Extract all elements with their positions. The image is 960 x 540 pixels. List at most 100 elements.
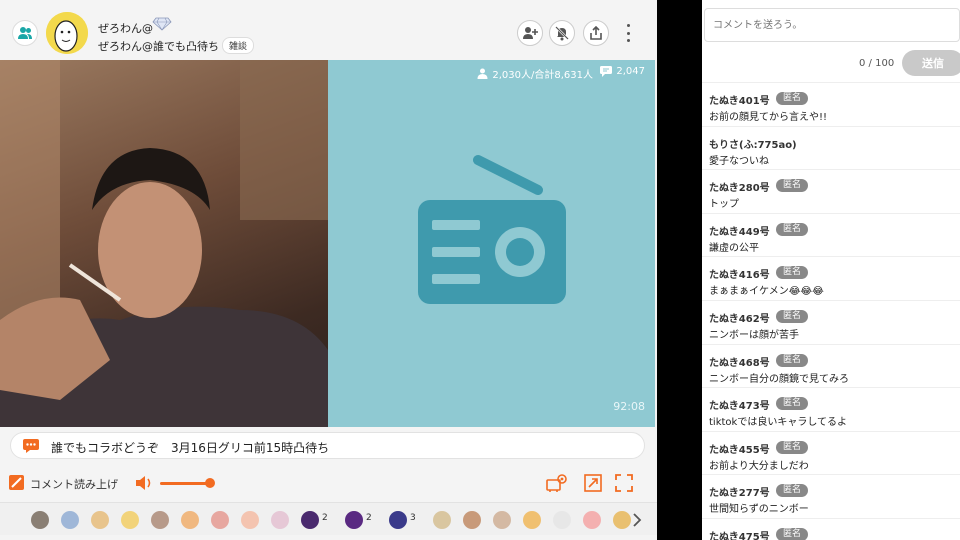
- elapsed-time: 92:08: [613, 400, 645, 413]
- anonymous-badge: 匿名: [776, 353, 809, 367]
- gift-item-count: 2: [366, 513, 372, 523]
- gift-item-icon[interactable]: [31, 511, 49, 529]
- comment-author[interactable]: たぬき455号: [709, 441, 770, 456]
- anonymous-badge: 匿名: [776, 309, 809, 323]
- broadcast-settings-icon[interactable]: [546, 473, 568, 493]
- comment-text: まぁまぁイケメン😂😂😂: [709, 286, 824, 298]
- volume-slider[interactable]: [160, 482, 208, 485]
- share-button[interactable]: [583, 20, 609, 46]
- chevron-right-icon[interactable]: [632, 512, 642, 528]
- anonymous-badge: 匿名: [776, 266, 809, 280]
- gift-item-icon[interactable]: [433, 511, 451, 529]
- gift-item-count: 3: [410, 513, 416, 523]
- speech-bubble-icon: [23, 439, 39, 453]
- comment-item[interactable]: たぬき401号 匿名 お前の顔見てから言えや!!: [702, 82, 960, 126]
- gift-item-icon[interactable]: [613, 511, 631, 529]
- comment-item[interactable]: たぬき468号 匿名ニンボー自分の顔鏡で見てみろ: [702, 343, 960, 388]
- anonymous-badge: 匿名: [776, 397, 809, 411]
- gift-items-bar: 2 2 3: [0, 502, 657, 535]
- popout-icon[interactable]: [584, 474, 602, 492]
- fullscreen-icon[interactable]: [615, 474, 633, 492]
- send-button[interactable]: 送信: [902, 50, 960, 76]
- avatar[interactable]: [46, 12, 88, 54]
- gift-item-icon[interactable]: [121, 511, 139, 529]
- comment-list[interactable]: たぬき401号 匿名 お前の顔見てから言えや!! もりさ(ふ:775ao) 愛子なついね…: [702, 82, 960, 540]
- gift-item-icon[interactable]: [151, 511, 169, 529]
- gift-item-icon[interactable]: [301, 511, 319, 529]
- comment-text: ニンボーは顔が苦手: [709, 329, 799, 341]
- speaker-icon[interactable]: [135, 475, 153, 491]
- community-button[interactable]: [12, 20, 38, 46]
- follow-button[interactable]: [517, 20, 543, 46]
- category-tag[interactable]: 雑談: [222, 37, 255, 54]
- comment-author[interactable]: たぬき475号: [709, 528, 770, 540]
- read-aloud-icon[interactable]: [9, 475, 24, 490]
- anonymous-badge: 匿名: [776, 440, 809, 454]
- comment-count: 2,047: [600, 66, 645, 77]
- anonymous-badge: 匿名: [776, 527, 809, 540]
- radio-pane: 2,030人/合計8,631人 2,047 92:08: [328, 60, 655, 427]
- anonymous-badge: 匿名: [776, 222, 809, 236]
- comment-author[interactable]: たぬき449号: [709, 223, 770, 238]
- comment-item[interactable]: たぬき455号 匿名 お前より大分ましだわ: [702, 430, 960, 475]
- comment-author[interactable]: もりさ(ふ:775ao): [709, 136, 797, 151]
- owner-name[interactable]: ぜろわん@: [98, 20, 153, 36]
- comment-item[interactable]: たぬき473号 匿名 tiktokでは良いキャラしてるよ: [702, 387, 960, 431]
- stream-header: ぜろわん@ ぜろわん@誰でも凸待ち 雑談: [0, 6, 657, 60]
- mute-button[interactable]: [549, 20, 575, 46]
- char-counter: 0 / 100: [859, 58, 895, 69]
- gift-item-icon[interactable]: [493, 511, 511, 529]
- volume-knob[interactable]: [205, 478, 215, 488]
- gift-item-icon[interactable]: [345, 511, 363, 529]
- gift-item-icon[interactable]: [389, 511, 407, 529]
- gift-item-icon[interactable]: [181, 511, 199, 529]
- comment-author[interactable]: たぬき280号: [709, 179, 770, 194]
- gift-item-icon[interactable]: [271, 511, 289, 529]
- gift-item-icon[interactable]: [211, 511, 229, 529]
- stream-panel: ぜろわん@ ぜろわん@誰でも凸待ち 雑談 2,030人/合計8,631人 2,0…: [0, 0, 657, 540]
- comment-text: 謙虚の公平: [709, 242, 759, 254]
- comment-item[interactable]: たぬき449号 匿名謙虚の公平: [702, 212, 960, 257]
- comment-item[interactable]: たぬき277号 匿名 世間知らずのニンボー: [702, 474, 960, 518]
- comment-item[interactable]: たぬき416号 匿名まぁまぁイケメン😂😂😂: [702, 256, 960, 300]
- comment-input[interactable]: [704, 8, 960, 42]
- camera-image: [0, 60, 328, 427]
- comment-author[interactable]: たぬき401号: [709, 92, 770, 107]
- comment-item[interactable]: たぬき280号 匿名トップ: [702, 169, 960, 213]
- comment-panel: 0 / 100 送信 たぬき401号匿名お前の顔見てから言えや!!もりさ(ふ:7…: [702, 0, 960, 540]
- gift-item-icon[interactable]: [463, 511, 481, 529]
- anonymous-badge: 匿名: [776, 179, 809, 193]
- comment-author[interactable]: たぬき468号: [709, 354, 770, 369]
- gift-item-icon[interactable]: [61, 511, 79, 529]
- comment-text: tiktokでは良いキャラしてるよ: [709, 417, 848, 429]
- comment-text: トップ: [709, 199, 739, 211]
- users-icon: [18, 27, 32, 39]
- comment-count-text: 2,047: [616, 66, 645, 77]
- broadcaster-photo: [0, 60, 328, 427]
- telop-bar: 誰でもコラボどうぞ 3月16日グリコ前15時凸待ち: [10, 432, 645, 459]
- video-player[interactable]: 2,030人/合計8,631人 2,047 92:08: [0, 60, 655, 427]
- comment-author[interactable]: たぬき277号: [709, 484, 770, 499]
- gift-item-count: 2: [322, 513, 328, 523]
- avatar-image: [46, 12, 88, 54]
- gift-item-icon[interactable]: [583, 511, 601, 529]
- comment-author[interactable]: たぬき416号: [709, 266, 770, 281]
- player-controls: コメント読み上げ: [0, 470, 657, 496]
- gift-item-icon[interactable]: [553, 511, 571, 529]
- app-root: ぜろわん@ ぜろわん@誰でも凸待ち 雑談 2,030人/合計8,631人 2,0…: [0, 0, 960, 540]
- gift-item-icon[interactable]: [241, 511, 259, 529]
- comment-author[interactable]: たぬき473号: [709, 397, 770, 412]
- more-menu-icon[interactable]: [621, 22, 635, 44]
- comment-item[interactable]: たぬき462号 匿名ニンボーは顔が苦手: [702, 299, 960, 344]
- gift-item-icon[interactable]: [91, 511, 109, 529]
- viewer-count-text: 2,030人/合計8,631人: [492, 70, 593, 81]
- gift-item-icon[interactable]: [523, 511, 541, 529]
- diamond-icon: [152, 17, 172, 31]
- comment-item[interactable]: もりさ(ふ:775ao) 愛子なついね: [702, 125, 960, 170]
- bell-off-icon: [555, 26, 569, 41]
- comment-text: ニンボー自分の顔鏡で見てみろ: [709, 373, 849, 385]
- read-aloud-label[interactable]: コメント読み上げ: [30, 476, 118, 492]
- comment-author[interactable]: たぬき462号: [709, 310, 770, 325]
- comment-icon: [600, 66, 613, 77]
- comment-item[interactable]: たぬき475号 匿名: [702, 517, 960, 540]
